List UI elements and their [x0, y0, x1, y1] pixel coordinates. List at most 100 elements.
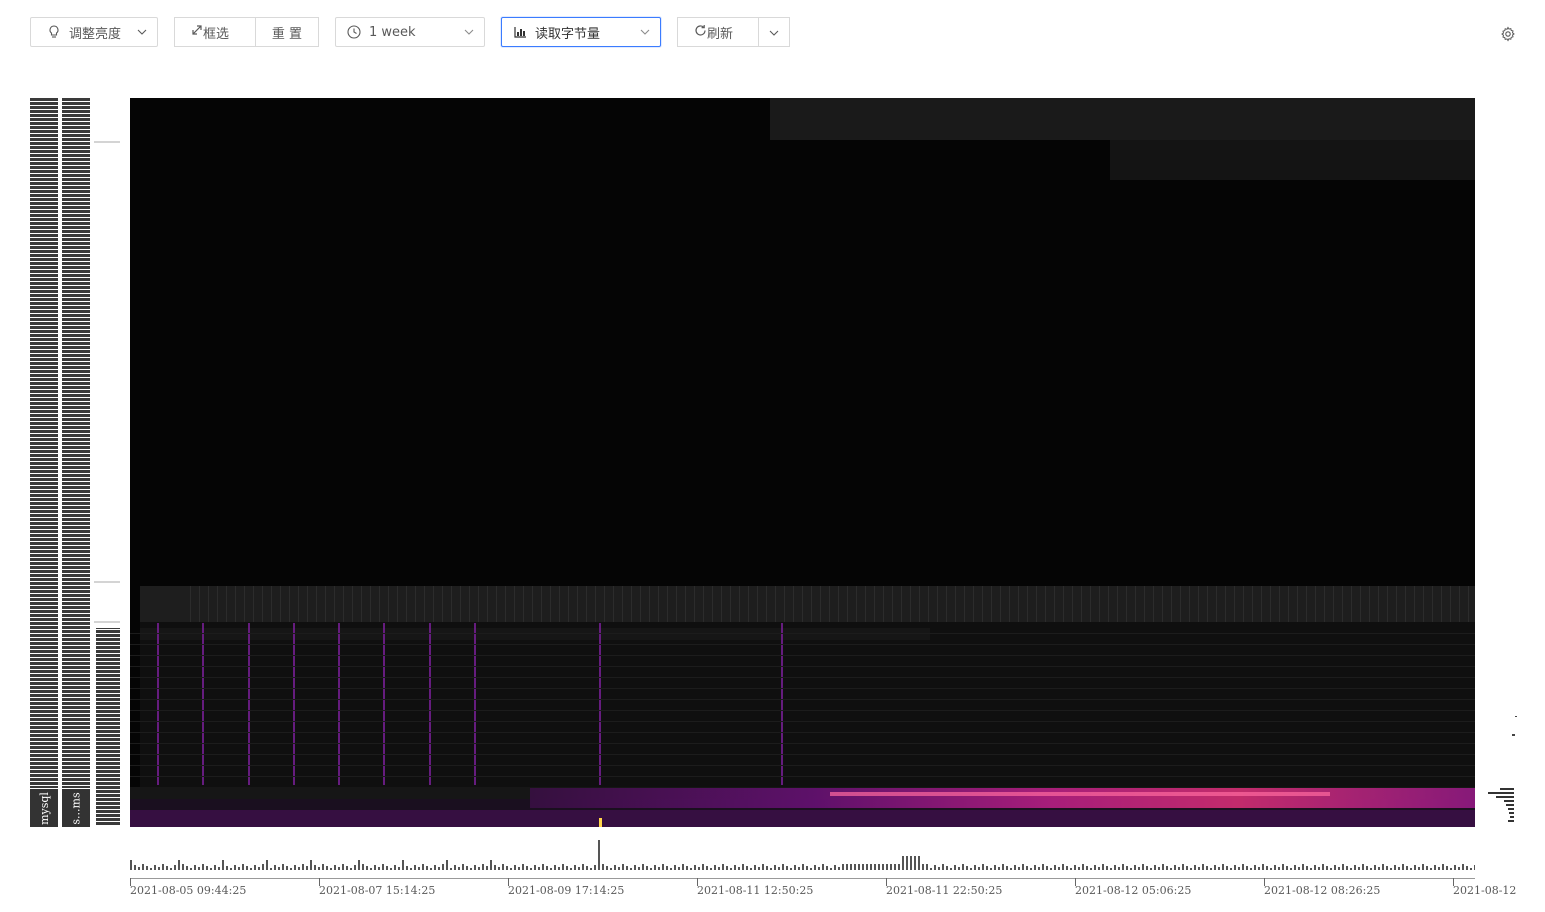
heat-texture [928, 586, 929, 622]
time-tick-label: 2021-08-11 22:50:25 [886, 884, 1003, 897]
time-histogram-bar [314, 865, 316, 870]
time-histogram-bar [770, 868, 772, 870]
heat-texture [1432, 586, 1433, 622]
heat-texture [1108, 586, 1109, 622]
time-histogram-bar [1130, 868, 1132, 870]
refresh-button[interactable]: 刷新 [677, 17, 759, 47]
time-histogram-bar [714, 865, 716, 870]
heat-texture [523, 586, 524, 622]
table-label-column[interactable]: s...ms [62, 98, 90, 827]
heat-texture [820, 586, 821, 622]
heat-texture [1135, 586, 1136, 622]
heat-texture [946, 586, 947, 622]
time-histogram-bar [318, 867, 320, 870]
db-label-column[interactable]: mysql [30, 98, 58, 827]
time-histogram-bar [1282, 864, 1284, 870]
heat-texture [631, 586, 632, 622]
time-histogram-bar [218, 867, 220, 870]
time-histogram-bar [670, 868, 672, 870]
time-histogram-bar [310, 860, 312, 870]
time-histogram-bar [1070, 868, 1072, 870]
chevron-down-icon [464, 29, 474, 35]
time-histogram-bar [366, 866, 368, 870]
time-histogram-bar [374, 865, 376, 870]
time-histogram-bar [186, 866, 188, 870]
heat-texture [775, 586, 776, 622]
time-histogram-bar [814, 865, 816, 870]
time-histogram-bar [1258, 867, 1260, 870]
time-histogram-bar [1422, 864, 1424, 870]
time-histogram-bar [1034, 865, 1036, 870]
brightness-button[interactable]: 调整亮度 [30, 17, 158, 47]
time-histogram-bar [758, 867, 760, 870]
chevron-down-icon [137, 29, 147, 35]
time-histogram-bar [1138, 867, 1140, 870]
time-histogram-bar [614, 865, 616, 870]
time-histogram-bar [134, 865, 136, 870]
heat-row [130, 699, 1475, 700]
heat-texture [649, 586, 650, 622]
time-histogram-bar [914, 856, 916, 870]
time-histogram-bar [1242, 864, 1244, 870]
heat-texture [1153, 586, 1154, 622]
time-histogram-bar [522, 864, 524, 870]
time-histogram-bar [1322, 864, 1324, 870]
clock-icon [347, 25, 361, 39]
time-histogram-bar [538, 867, 540, 870]
time-histogram-bar [454, 865, 456, 870]
heat-texture [1027, 586, 1028, 622]
time-histogram-bar [142, 864, 144, 870]
time-histogram-bar [578, 867, 580, 870]
reset-button[interactable]: 重 置 [256, 17, 319, 47]
time-histogram-bar [1326, 866, 1328, 870]
time-histogram-bar [430, 868, 432, 870]
heat-texture [1324, 586, 1325, 622]
time-histogram-bar [846, 864, 848, 870]
heatmap-canvas [130, 98, 1475, 827]
heat-texture [577, 586, 578, 622]
heat-texture [1036, 586, 1037, 622]
time-histogram-bar [1266, 866, 1268, 870]
heat-texture [739, 586, 740, 622]
time-histogram-bar [1250, 868, 1252, 870]
time-histogram-bar [182, 864, 184, 870]
refresh-icon [694, 24, 707, 41]
heatmap[interactable] [130, 98, 1475, 827]
refresh-options-button[interactable] [759, 17, 790, 47]
time-histogram-bar [1182, 864, 1184, 870]
heat-texture [1045, 586, 1046, 622]
time-histogram-bar [662, 864, 664, 870]
heat-texture [550, 586, 551, 622]
time-histogram-bar [646, 866, 648, 870]
time-histogram-bar [1058, 867, 1060, 870]
heat-texture [955, 586, 956, 622]
metric-select[interactable]: 读取字节量 [501, 17, 661, 47]
time-histogram-bar [1374, 865, 1376, 870]
time-histogram-bar [234, 865, 236, 870]
heat-texture [424, 586, 425, 622]
time-histogram-bar [1218, 867, 1220, 870]
heat-texture [334, 586, 335, 622]
time-histogram-bar [230, 868, 232, 870]
heat-texture [370, 586, 371, 622]
heat-texture [694, 586, 695, 622]
time-histogram-bar [250, 868, 252, 870]
heat-texture [712, 586, 713, 622]
time-histogram-bar [1214, 865, 1216, 870]
heat-texture [289, 586, 290, 622]
time-histogram-bar [174, 865, 176, 870]
heat-texture [1081, 586, 1082, 622]
time-histogram-bar [1378, 867, 1380, 870]
gear-icon[interactable] [1500, 26, 1516, 42]
time-histogram-bar [1466, 866, 1468, 870]
time-histogram-bar [682, 864, 684, 870]
time-histogram-bar [1330, 868, 1332, 870]
time-range-select[interactable]: 1 week [335, 17, 485, 47]
time-histogram-bar [326, 866, 328, 870]
time-histogram-bar [1050, 868, 1052, 870]
time-histogram-bar [486, 866, 488, 870]
box-select-button[interactable]: 框选 [174, 17, 256, 47]
heat-texture [1342, 586, 1343, 622]
time-histogram-bar [150, 868, 152, 870]
heat-texture [937, 586, 938, 622]
